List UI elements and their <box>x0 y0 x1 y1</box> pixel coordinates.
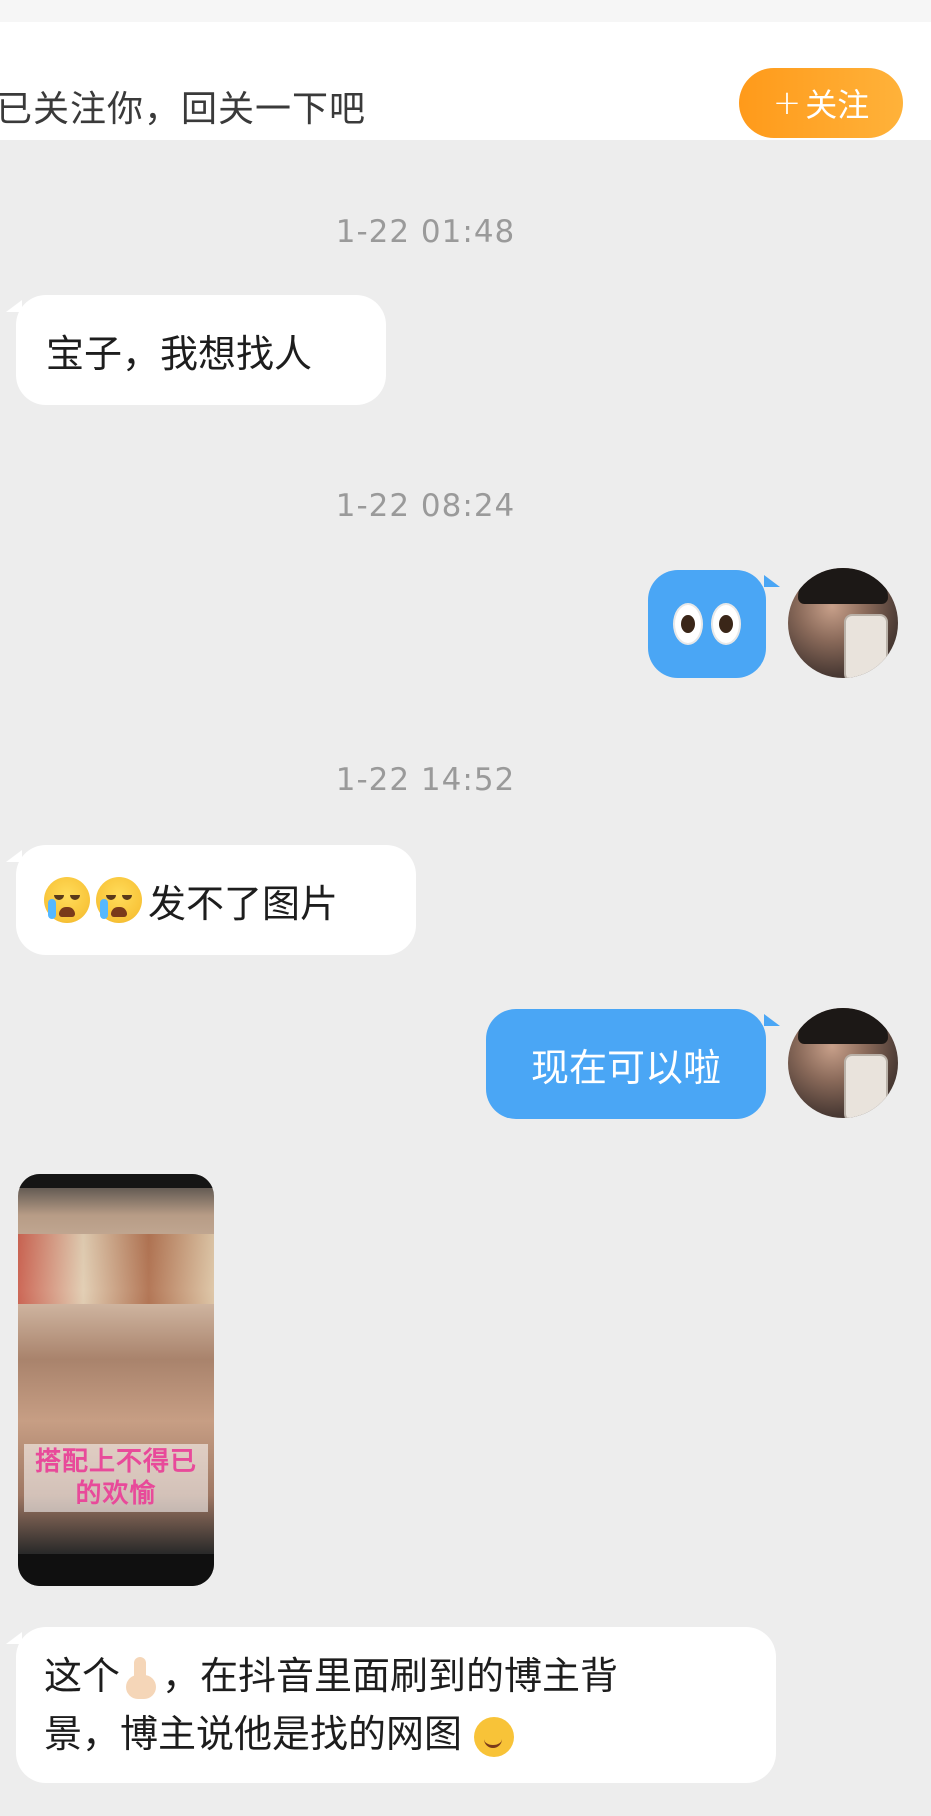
follow-banner: 已关注你，回关一下吧 + 关注 <box>0 22 931 140</box>
avatar-phone <box>844 614 888 678</box>
avatar-hair <box>798 1008 888 1044</box>
avatar-hair <box>798 568 888 604</box>
message-bubble-received[interactable]: 宝子，我想找人 <box>16 295 386 405</box>
thumbnail-shelf <box>18 1234 214 1304</box>
eyes-emoji <box>673 603 741 645</box>
message-text: ，在抖音里面刷到的博主背 <box>162 1654 619 1698</box>
message-text: 这个 <box>44 1654 121 1698</box>
message-text: 发不了图片 <box>148 881 339 926</box>
thumbnail-caption: 搭配上不得已的欢愉 <box>24 1444 208 1512</box>
message-bubble-received[interactable]: 发不了图片 <box>16 845 416 955</box>
thumbnail-status-bar <box>18 1174 214 1188</box>
follow-button-label: 关注 <box>805 86 870 124</box>
avatar[interactable] <box>788 568 898 678</box>
message-bubble-received[interactable]: 这个 ，在抖音里面刷到的博主背 景，博主说他是找的网图 <box>16 1627 776 1783</box>
message-text: 景，博主说他是找的网图 <box>44 1712 463 1756</box>
plus-icon: + <box>772 83 802 123</box>
top-strip <box>0 0 931 23</box>
smirk-emoji <box>474 1716 515 1757</box>
message-line: 这个 ，在抖音里面刷到的博主背 <box>44 1647 618 1705</box>
message-bubble-sent[interactable] <box>648 570 766 678</box>
image-message-thumbnail[interactable]: 搭配上不得已的欢愉 <box>18 1174 214 1586</box>
bubble-tail <box>764 1014 780 1026</box>
follow-prompt-text: 已关注你，回关一下吧 <box>0 89 367 130</box>
thumbnail-bottom-bar <box>18 1554 214 1586</box>
message-line: 景，博主说他是找的网图 <box>44 1705 515 1763</box>
eye-right <box>711 603 741 645</box>
avatar-phone <box>844 1054 888 1118</box>
bubble-tail <box>764 575 780 587</box>
follow-button[interactable]: + 关注 <box>739 68 903 138</box>
crying-face-emoji <box>96 877 142 923</box>
message-timestamp: 1-22 14:52 <box>335 762 516 798</box>
avatar[interactable] <box>788 1008 898 1118</box>
pointing-up-emoji <box>124 1656 158 1701</box>
message-text: 宝子，我想找人 <box>46 331 313 376</box>
crying-face-emoji <box>44 877 90 923</box>
message-timestamp: 1-22 01:48 <box>335 214 516 250</box>
message-text: 现在可以啦 <box>530 1045 721 1090</box>
message-timestamp: 1-22 08:24 <box>335 488 516 524</box>
eye-left <box>673 603 703 645</box>
message-bubble-sent[interactable]: 现在可以啦 <box>486 1009 766 1119</box>
